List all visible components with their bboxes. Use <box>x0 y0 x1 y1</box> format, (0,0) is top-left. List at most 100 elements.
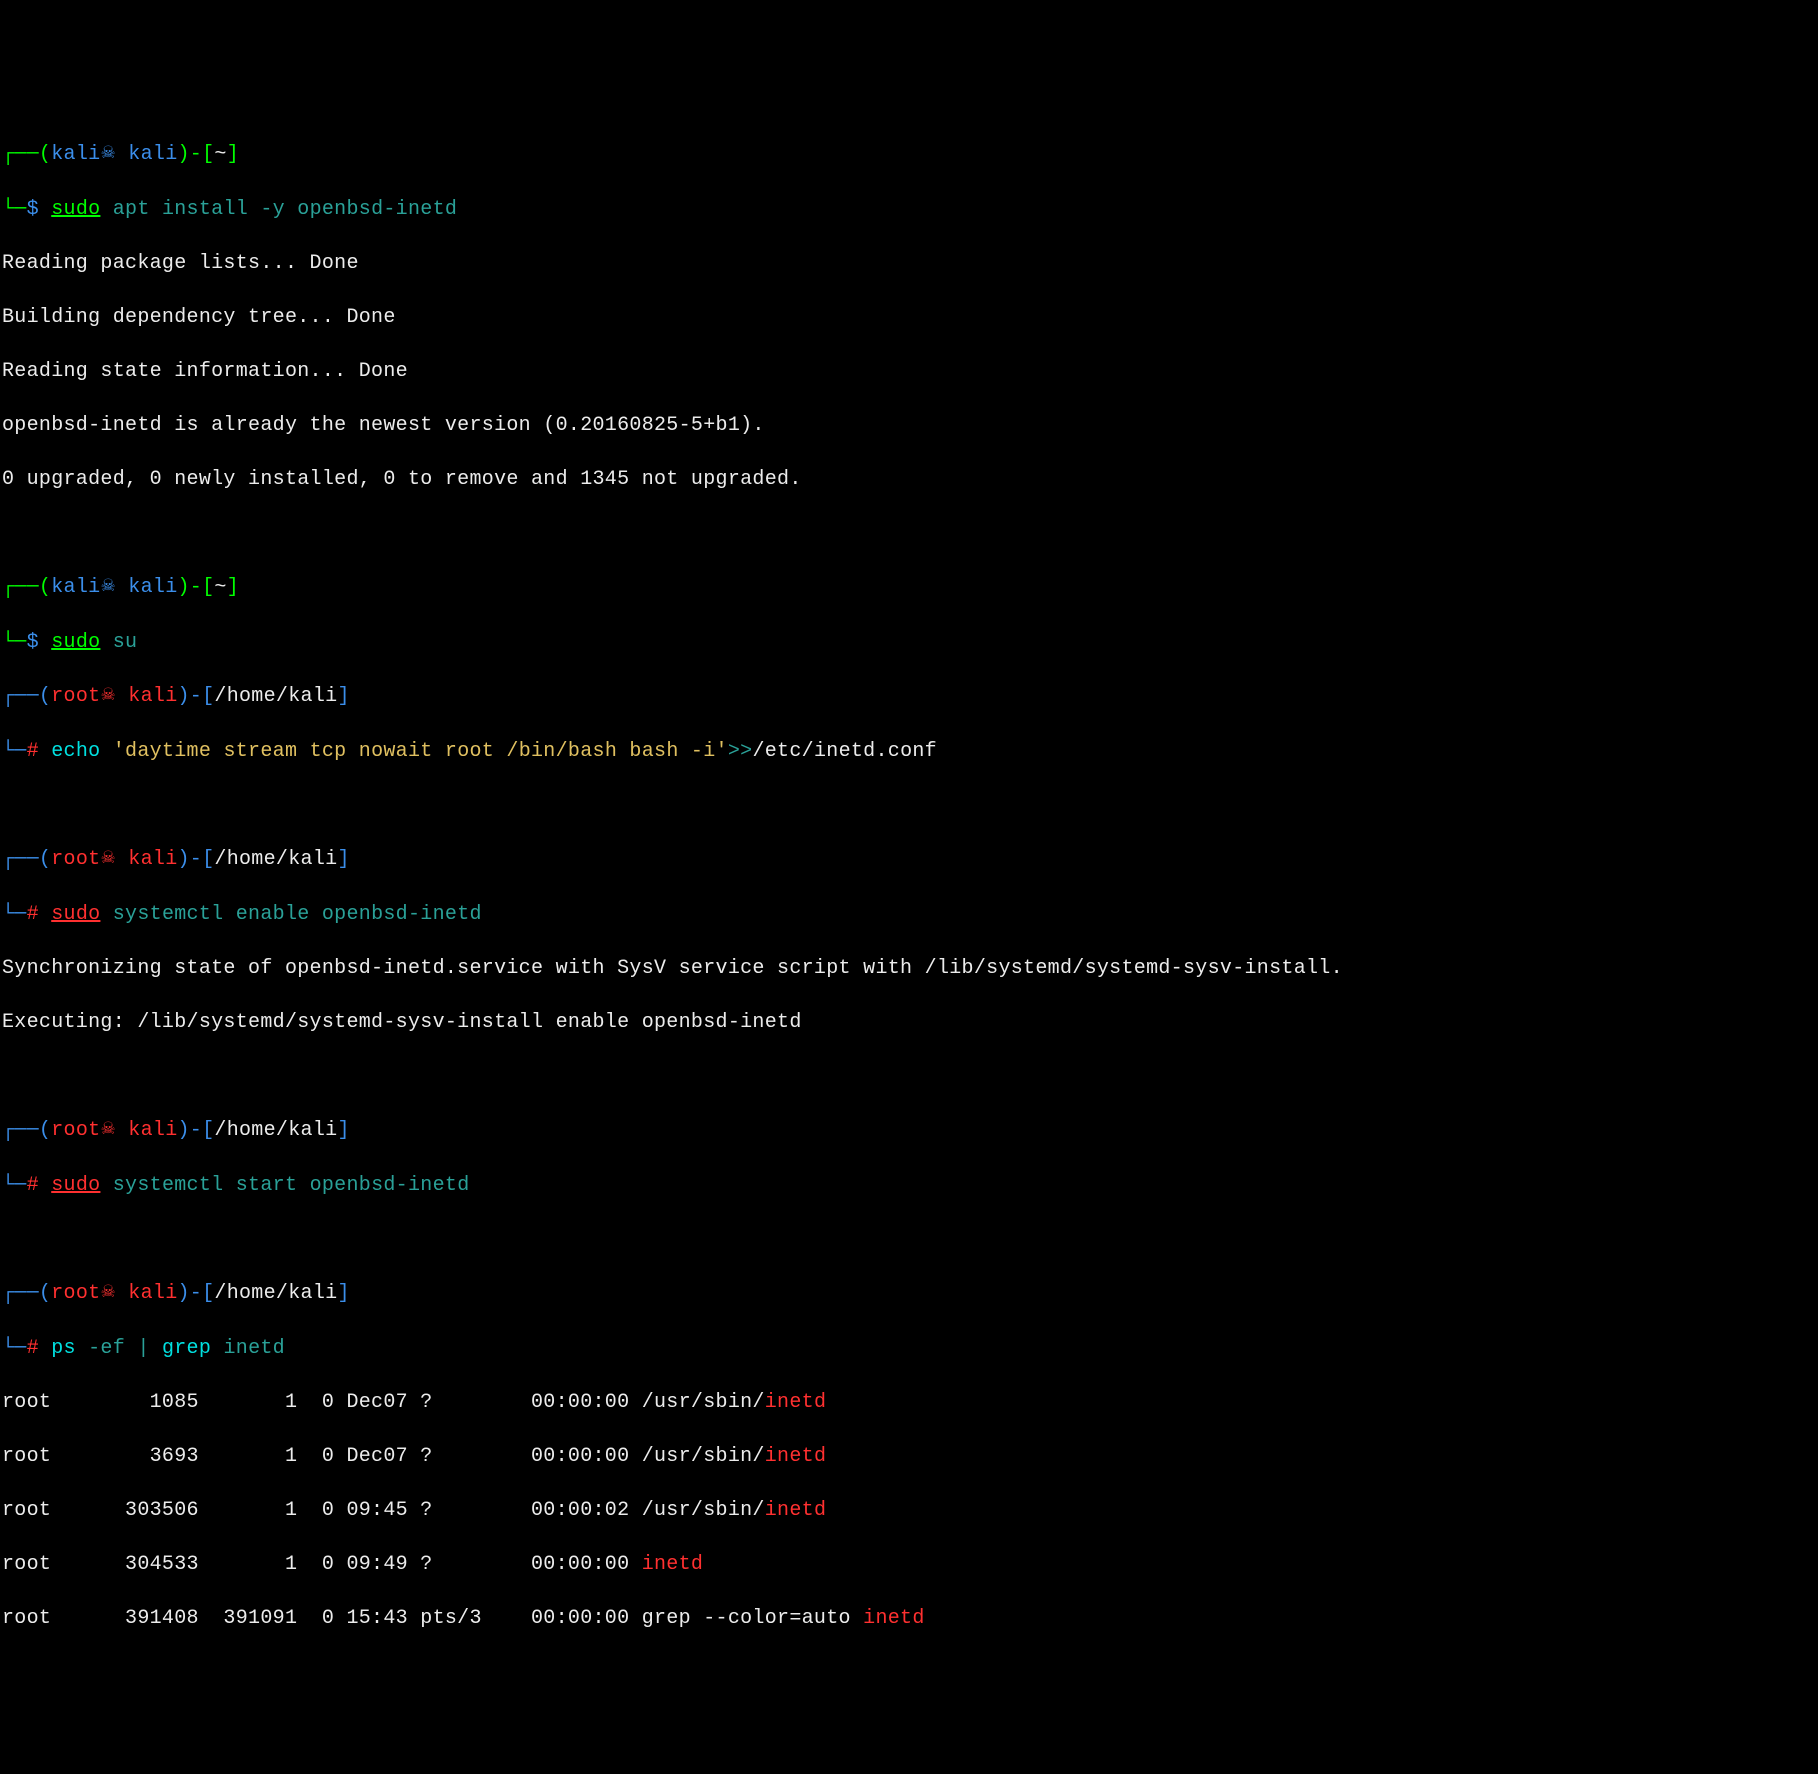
ps-match: inetd <box>765 1499 827 1522</box>
output: 0 upgraded, 0 newly installed, 0 to remo… <box>2 466 1816 493</box>
ps-row: root 391408 391091 0 15:43 pts/3 00:00:0… <box>2 1605 1816 1632</box>
user: root <box>51 685 100 708</box>
path: /home/kali <box>214 685 337 708</box>
prompt-end: ] <box>337 1119 349 1142</box>
prompt-corner2: └─ <box>2 740 27 763</box>
host: kali <box>116 1282 178 1305</box>
dollar: $ <box>27 198 52 221</box>
ps-match: inetd <box>765 1445 827 1468</box>
output: openbsd-inetd is already the newest vers… <box>2 412 1816 439</box>
prompt-corner: ┌──( <box>2 1282 51 1305</box>
prompt-mid: )-[ <box>178 685 215 708</box>
skull-icon: ☠ <box>100 687 116 706</box>
ps-row: root 3693 1 0 Dec07 ? 00:00:00 /usr/sbin… <box>2 1443 1816 1470</box>
prompt-end: ] <box>227 576 239 599</box>
prompt-line-2: └─$ sudo su <box>2 629 1816 656</box>
blank <box>2 792 1816 819</box>
ps-match: inetd <box>765 1391 827 1414</box>
user: kali <box>51 143 100 166</box>
root-prompt-2: └─# sudo systemctl enable openbsd-inetd <box>2 901 1816 928</box>
prompt-mid: )-[ <box>178 576 215 599</box>
user: root <box>51 848 100 871</box>
path: /home/kali <box>214 1282 337 1305</box>
path: /home/kali <box>214 1119 337 1142</box>
host: kali <box>116 848 178 871</box>
host: kali <box>116 685 178 708</box>
host: kali <box>116 143 178 166</box>
ps-text: root 3693 1 0 Dec07 ? 00:00:00 /usr/sbin… <box>2 1445 765 1468</box>
prompt-mid: )-[ <box>178 1119 215 1142</box>
skull-icon: ☠ <box>100 578 116 597</box>
cmd-arg: inetd <box>211 1337 285 1360</box>
cmd-rest: su <box>100 631 137 654</box>
ps-row: root 1085 1 0 Dec07 ? 00:00:00 /usr/sbin… <box>2 1389 1816 1416</box>
cmd-rest: systemctl enable openbsd-inetd <box>100 903 481 926</box>
prompt-corner: ┌──( <box>2 143 51 166</box>
prompt-corner2: └─ <box>2 198 27 221</box>
root-prompt-1: ┌──(root☠ kali)-[/home/kali] <box>2 683 1816 711</box>
prompt-line-1: ┌──(kali☠ kali)-[~] <box>2 574 1816 602</box>
root-prompt-2: └─# echo 'daytime stream tcp nowait root… <box>2 738 1816 765</box>
root-prompt-1: ┌──(root☠ kali)-[/home/kali] <box>2 1280 1816 1308</box>
cmd-rest: systemctl start openbsd-inetd <box>100 1174 469 1197</box>
host: kali <box>116 1119 178 1142</box>
hash: # <box>27 903 52 926</box>
cmd-echo: echo <box>51 740 100 763</box>
cmd-sudo: sudo <box>51 198 100 221</box>
output: Reading package lists... Done <box>2 250 1816 277</box>
prompt-corner: ┌──( <box>2 685 51 708</box>
output: Building dependency tree... Done <box>2 304 1816 331</box>
prompt-line-2: └─$ sudo apt install -y openbsd-inetd <box>2 196 1816 223</box>
cmd-ps: ps <box>51 1337 76 1360</box>
cmd-redir: >> <box>728 740 753 763</box>
skull-icon: ☠ <box>100 1284 116 1303</box>
cmd-sudo: sudo <box>51 1174 100 1197</box>
hash: # <box>27 1174 52 1197</box>
blank <box>2 1063 1816 1090</box>
prompt-corner2: └─ <box>2 903 27 926</box>
root-prompt-2: └─# ps -ef | grep inetd <box>2 1335 1816 1362</box>
cmd-sudo: sudo <box>51 631 100 654</box>
path: ~ <box>214 576 226 599</box>
dollar: $ <box>27 631 52 654</box>
root-prompt-1: ┌──(root☠ kali)-[/home/kali] <box>2 1117 1816 1145</box>
ps-text: root 1085 1 0 Dec07 ? 00:00:00 /usr/sbin… <box>2 1391 765 1414</box>
hash: # <box>27 1337 52 1360</box>
prompt-end: ] <box>227 143 239 166</box>
user: root <box>51 1282 100 1305</box>
cmd-rest: apt install -y openbsd-inetd <box>100 198 457 221</box>
ps-match: inetd <box>642 1553 704 1576</box>
prompt-corner2: └─ <box>2 631 27 654</box>
cmd-pipe: | <box>137 1337 149 1360</box>
cmd-string: 'daytime stream tcp nowait root /bin/bas… <box>100 740 727 763</box>
ps-match: inetd <box>863 1607 925 1630</box>
user: root <box>51 1119 100 1142</box>
host: kali <box>116 576 178 599</box>
ps-row: root 303506 1 0 09:45 ? 00:00:02 /usr/sb… <box>2 1497 1816 1524</box>
blank <box>2 520 1816 547</box>
prompt-mid: )-[ <box>178 143 215 166</box>
output: Synchronizing state of openbsd-inetd.ser… <box>2 955 1816 982</box>
cmd-file: /etc/inetd.conf <box>752 740 937 763</box>
path: /home/kali <box>214 848 337 871</box>
hash: # <box>27 740 52 763</box>
prompt-corner2: └─ <box>2 1174 27 1197</box>
cmd-grep: grep <box>150 1337 212 1360</box>
prompt-corner: ┌──( <box>2 576 51 599</box>
blank <box>2 1226 1816 1253</box>
root-prompt-2: └─# sudo systemctl start openbsd-inetd <box>2 1172 1816 1199</box>
prompt-mid: )-[ <box>178 1282 215 1305</box>
ps-row: root 304533 1 0 09:49 ? 00:00:00 inetd <box>2 1551 1816 1578</box>
skull-icon: ☠ <box>100 850 116 869</box>
prompt-corner: ┌──( <box>2 848 51 871</box>
ps-text: root 304533 1 0 09:49 ? 00:00:00 <box>2 1553 642 1576</box>
output: Executing: /lib/systemd/systemd-sysv-ins… <box>2 1009 1816 1036</box>
ps-text: root 303506 1 0 09:45 ? 00:00:02 /usr/sb… <box>2 1499 765 1522</box>
skull-icon: ☠ <box>100 1121 116 1140</box>
prompt-mid: )-[ <box>178 848 215 871</box>
prompt-end: ] <box>337 848 349 871</box>
prompt-end: ] <box>337 685 349 708</box>
root-prompt-1: ┌──(root☠ kali)-[/home/kali] <box>2 846 1816 874</box>
ps-text: root 391408 391091 0 15:43 pts/3 00:00:0… <box>2 1607 863 1630</box>
prompt-corner: ┌──( <box>2 1119 51 1142</box>
